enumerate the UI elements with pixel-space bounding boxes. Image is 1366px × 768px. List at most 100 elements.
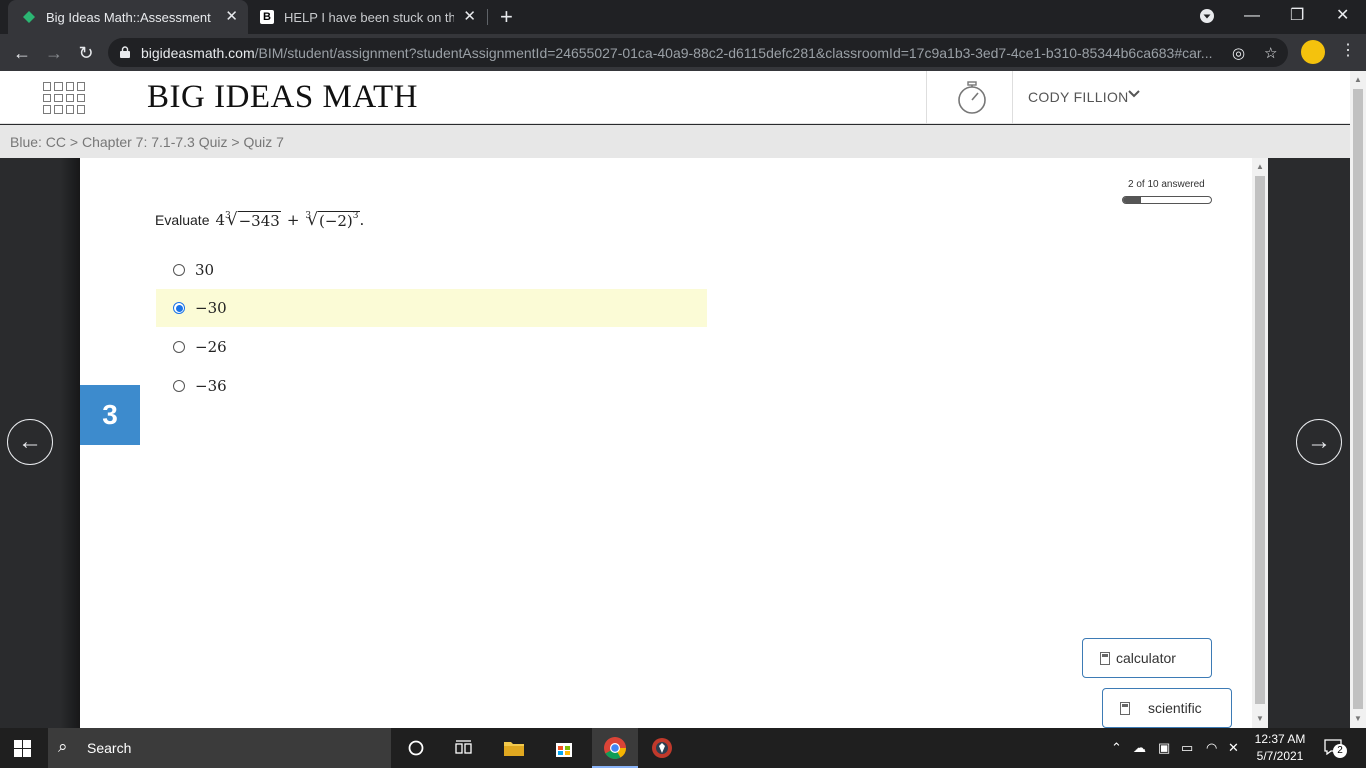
expression-end: . [359,211,365,229]
search-icon: ⌕ [58,737,68,756]
forward-arrow-icon[interactable]: → [41,40,67,66]
new-tab-icon[interactable]: + [500,5,513,29]
option-label: −30 [195,299,227,317]
bookmark-star-icon[interactable]: ☆ [1264,44,1277,62]
user-name[interactable]: CODY FILLION [1028,89,1129,105]
chrome-icon [604,737,626,759]
breadcrumb[interactable]: Blue: CC > Chapter 7: 7.1-7.3 Quiz > Qui… [10,134,284,150]
address-bar[interactable]: bigideasmath.com/BIM/student/assignment?… [108,38,1288,67]
calculator-label: calculator [1116,650,1176,666]
scroll-down-icon[interactable]: ▼ [1256,714,1264,723]
chevron-down-icon[interactable] [1128,88,1140,102]
windows-start-icon[interactable] [14,740,31,757]
apps-grid-icon[interactable] [43,82,85,114]
secure-browser-icon[interactable] [650,736,674,760]
page-scrollbar[interactable]: ▲ ▼ [1350,71,1366,728]
panel-shadow [60,158,80,728]
profile-avatar-icon[interactable] [1301,40,1325,64]
answer-option[interactable]: 30 [156,251,707,289]
progress-bar [1122,196,1212,204]
breadcrumb-bar: Blue: CC > Chapter 7: 7.1-7.3 Quiz > Qui… [0,125,1350,158]
header-divider [1012,71,1013,124]
back-arrow-icon[interactable]: ← [9,40,35,66]
radio-button[interactable] [173,380,185,392]
lock-icon [120,46,130,58]
question-number: 3 [80,385,140,445]
taskbar-search-box[interactable]: ⌕ Search [48,728,391,768]
url-text: bigideasmath.com/BIM/student/assignment?… [141,45,1216,61]
answer-option[interactable]: −26 [156,328,707,366]
volume-muted-icon[interactable]: ✕ [1228,740,1239,756]
taskbar-search-label: Search [87,740,132,756]
meet-now-icon[interactable]: ▣ [1158,740,1170,756]
minimize-icon[interactable]: — [1244,5,1260,27]
notification-center-icon[interactable]: 2 [1324,739,1347,758]
answer-option[interactable]: −36 [156,367,707,405]
tab-close-icon[interactable]: ✕ [225,9,238,25]
tab-close-icon[interactable]: ✕ [463,9,476,25]
tab-separator [487,9,488,25]
chrome-taskbar-button[interactable] [592,728,638,768]
reload-icon[interactable]: ↻ [73,40,99,66]
tab-big-ideas-math[interactable]: Big Ideas Math::Assessment ✕ [8,0,248,34]
brainly-favicon-icon: B [260,10,274,24]
exponent: 3 [352,211,359,221]
system-clock[interactable]: 12:37 AM 5/7/2021 [1250,731,1310,765]
scroll-down-icon[interactable]: ▼ [1354,714,1362,723]
clock-time: 12:37 AM [1254,732,1306,746]
scrollbar-thumb[interactable] [1353,89,1363,709]
big-ideas-favicon-icon [22,10,36,24]
tab-search-icon[interactable] [1199,8,1215,31]
option-label: −26 [195,338,227,356]
tab-brainly[interactable]: B HELP I have been stuck on this pr ✕ [248,0,486,34]
scroll-up-icon[interactable]: ▲ [1354,75,1362,84]
calculator-icon [1120,701,1130,715]
task-view-icon[interactable] [452,736,476,760]
file-explorer-icon[interactable] [502,736,526,760]
radio-button-checked[interactable] [173,302,185,314]
calculator-button[interactable]: calculator [1082,638,1212,678]
calculator-icon [1100,651,1110,665]
root-index: 3 [305,211,312,221]
cube-root: 3 √ (−2)3 [305,210,360,230]
wifi-icon[interactable]: ◠ [1206,740,1217,756]
option-label: −36 [195,377,227,395]
browser-toolbar: ← → ↻ bigideasmath.com/BIM/student/assig… [0,34,1366,71]
radicand: (−2)3 [317,211,360,230]
answer-option-selected[interactable]: −30 [156,289,707,327]
panel-scrollbar[interactable]: ▲ ▼ [1252,158,1268,728]
windows-taskbar: ⌕ Search ⌃ ☁ ▣ ▭ ◠ ✕ 12:37 AM 5/7/2021 2 [0,728,1366,768]
scroll-up-icon[interactable]: ▲ [1256,162,1264,171]
scrollbar-thumb[interactable] [1255,176,1265,704]
math-expression: 4 3 √ −343 + 3 √ (−2)3 . [215,210,364,230]
web-page: BIG IDEAS MATH CODY FILLION Blue: CC > C… [0,71,1350,728]
radio-button[interactable] [173,264,185,276]
restore-icon[interactable]: ❐ [1290,5,1304,27]
option-label: 30 [195,261,215,279]
previous-question-arrow-icon[interactable]: ← [7,419,53,465]
math-coefficient: 4 [215,211,226,229]
battery-icon[interactable]: ▭ [1181,740,1193,756]
progress-label: 2 of 10 answered [1128,179,1205,190]
plus-sign: + [286,211,300,229]
tab-title: Big Ideas Math::Assessment [46,9,211,25]
cortana-icon[interactable] [404,736,428,760]
question-prompt: Evaluate 4 3 √ −343 + 3 √ (−2)3 . [155,210,364,230]
tracking-blocked-icon[interactable]: ◎ [1232,44,1245,62]
window-close-icon[interactable]: ✕ [1336,5,1349,27]
progress-fill [1123,197,1141,203]
onedrive-cloud-icon[interactable]: ☁ [1133,740,1146,756]
header-divider [926,71,927,124]
next-question-arrow-icon[interactable]: → [1296,419,1342,465]
scientific-label: scientific [1148,700,1202,716]
site-logo[interactable]: BIG IDEAS MATH [147,79,418,116]
radicand: −343 [237,211,281,230]
browser-tab-strip: Big Ideas Math::Assessment ✕ B HELP I ha… [0,0,1366,34]
show-hidden-icons-icon[interactable]: ⌃ [1111,740,1122,756]
microsoft-store-icon[interactable] [552,736,576,760]
stopwatch-icon[interactable] [956,81,988,115]
root-index: 3 [225,211,231,221]
browser-menu-icon[interactable]: ⋮ [1340,41,1356,61]
radio-button[interactable] [173,341,185,353]
scientific-calculator-button[interactable]: scientific [1102,688,1232,728]
